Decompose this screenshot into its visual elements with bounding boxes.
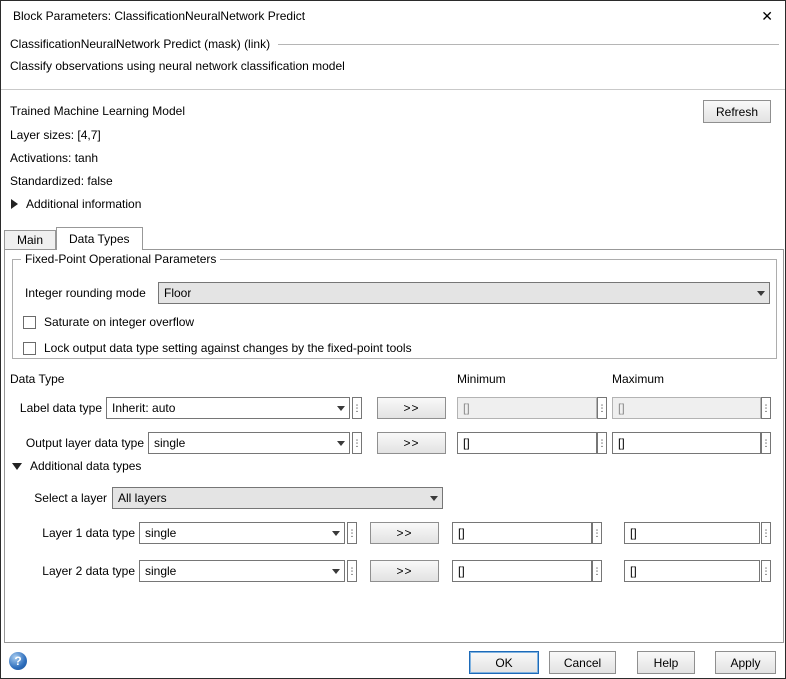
ok-button[interactable]: OK (469, 651, 539, 674)
layer-2-maximum-field[interactable]: [] (624, 560, 760, 582)
chevron-down-icon (425, 488, 442, 508)
label-data-type-combo[interactable]: Inherit: auto (106, 397, 350, 419)
output-layer-minimum-field[interactable]: [] (457, 432, 597, 454)
label-data-type-menu-button[interactable]: ⋮ (352, 397, 362, 419)
layer-2-data-type-combo[interactable]: single (139, 560, 345, 582)
label-data-type-assistant-button[interactable]: >> (377, 397, 446, 419)
label-minimum-menu-button[interactable]: ⋮ (597, 397, 607, 419)
saturate-row: Saturate on integer overflow (23, 315, 194, 329)
model-section-title: Trained Machine Learning Model (10, 104, 185, 118)
layer-1-assistant-button[interactable]: >> (370, 522, 439, 544)
tab-main[interactable]: Main (4, 230, 56, 249)
layer-1-data-type-combo[interactable]: single (139, 522, 345, 544)
section-divider (1, 89, 785, 90)
layer-2-menu-button[interactable]: ⋮ (347, 560, 357, 582)
tab-data-types[interactable]: Data Types (56, 227, 142, 250)
saturate-checkbox[interactable] (23, 316, 36, 329)
select-layer-combo[interactable]: All layers (112, 487, 443, 509)
standardized-text: Standardized: false (10, 174, 113, 188)
layer-1-data-type-row: Layer 1 data type single ⋮ >> [] ⋮ [] ⋮ (5, 522, 783, 544)
cancel-button[interactable]: Cancel (549, 651, 616, 674)
layer-1-data-type-value: single (145, 526, 176, 540)
saturate-label: Saturate on integer overflow (44, 315, 194, 329)
lock-output-checkbox[interactable] (23, 342, 36, 355)
chevron-down-icon (327, 523, 344, 543)
label-data-type-label: Label data type (5, 401, 102, 415)
additional-information-toggle[interactable]: Additional information (11, 197, 141, 211)
fixed-point-group-title: Fixed-Point Operational Parameters (21, 252, 220, 266)
minimum-column-header: Minimum (457, 372, 506, 386)
collapsed-arrow-icon (11, 199, 18, 209)
help-globe-icon[interactable]: ? (9, 652, 27, 670)
layer-2-maximum-menu-button[interactable]: ⋮ (761, 560, 771, 582)
lock-output-row: Lock output data type setting against ch… (23, 341, 412, 355)
label-maximum-field: [] (612, 397, 761, 419)
window-title: Block Parameters: ClassificationNeuralNe… (13, 9, 305, 23)
chevron-down-icon (332, 433, 349, 453)
help-button[interactable]: Help (637, 651, 695, 674)
maximum-column-header: Maximum (612, 372, 664, 386)
label-data-type-value: Inherit: auto (112, 401, 175, 415)
chevron-down-icon (752, 283, 769, 303)
output-layer-data-type-row: Output layer data type single ⋮ >> [] ⋮ … (5, 432, 783, 454)
lock-output-label: Lock output data type setting against ch… (44, 341, 412, 355)
output-layer-data-type-label: Output layer data type (5, 436, 144, 450)
block-parameters-dialog: Block Parameters: ClassificationNeuralNe… (0, 0, 786, 679)
output-layer-minimum-menu-button[interactable]: ⋮ (597, 432, 607, 454)
select-layer-row: Select a layer All layers (5, 487, 783, 509)
additional-information-label: Additional information (26, 197, 141, 211)
layer-1-minimum-menu-button[interactable]: ⋮ (592, 522, 602, 544)
output-layer-data-type-value: single (154, 436, 185, 450)
layer-1-data-type-label: Layer 1 data type (5, 526, 135, 540)
integer-rounding-mode-label: Integer rounding mode (25, 286, 146, 300)
layer-2-assistant-button[interactable]: >> (370, 560, 439, 582)
layer-1-maximum-menu-button[interactable]: ⋮ (761, 522, 771, 544)
output-layer-maximum-menu-button[interactable]: ⋮ (761, 432, 771, 454)
mask-title-rule (278, 44, 779, 45)
label-minimum-field: [] (457, 397, 597, 419)
layer-2-minimum-field[interactable]: [] (452, 560, 592, 582)
label-maximum-menu-button[interactable]: ⋮ (761, 397, 771, 419)
layer-2-data-type-label: Layer 2 data type (5, 564, 135, 578)
tab-main-label: Main (17, 233, 43, 247)
layer-sizes-text: Layer sizes: [4,7] (10, 128, 101, 142)
title-bar: Block Parameters: ClassificationNeuralNe… (1, 1, 785, 31)
data-types-tab-panel: Fixed-Point Operational Parameters Integ… (4, 249, 784, 643)
data-type-column-header: Data Type (10, 372, 64, 386)
layer-1-maximum-field[interactable]: [] (624, 522, 760, 544)
additional-data-types-toggle[interactable]: Additional data types (12, 459, 141, 473)
output-layer-data-type-combo[interactable]: single (148, 432, 350, 454)
integer-rounding-mode-combo[interactable]: Floor (158, 282, 770, 304)
additional-data-types-label: Additional data types (30, 459, 141, 473)
label-data-type-row: Label data type Inherit: auto ⋮ >> [] ⋮ … (5, 397, 783, 419)
activations-text: Activations: tanh (10, 151, 98, 165)
chevron-down-icon (332, 398, 349, 418)
layer-1-minimum-field[interactable]: [] (452, 522, 592, 544)
layer-1-menu-button[interactable]: ⋮ (347, 522, 357, 544)
layer-2-data-type-value: single (145, 564, 176, 578)
chevron-down-icon (327, 561, 344, 581)
refresh-button[interactable]: Refresh (703, 100, 771, 123)
mask-header: ClassificationNeuralNetwork Predict (mas… (10, 37, 779, 51)
close-icon[interactable]: ✕ (761, 8, 773, 25)
integer-rounding-mode-value: Floor (164, 286, 191, 300)
mask-title: ClassificationNeuralNetwork Predict (mas… (10, 37, 270, 51)
tab-data-types-label: Data Types (69, 232, 129, 246)
output-layer-assistant-button[interactable]: >> (377, 432, 446, 454)
expanded-arrow-icon (12, 463, 22, 470)
output-layer-maximum-field[interactable]: [] (612, 432, 761, 454)
tab-strip: Main Data Types (4, 227, 143, 250)
fixed-point-groupbox: Fixed-Point Operational Parameters Integ… (12, 259, 777, 359)
select-layer-label: Select a layer (5, 491, 107, 505)
apply-button[interactable]: Apply (715, 651, 776, 674)
select-layer-value: All layers (118, 491, 167, 505)
layer-2-minimum-menu-button[interactable]: ⋮ (592, 560, 602, 582)
block-description: Classify observations using neural netwo… (10, 59, 345, 73)
output-layer-menu-button[interactable]: ⋮ (352, 432, 362, 454)
layer-2-data-type-row: Layer 2 data type single ⋮ >> [] ⋮ [] ⋮ (5, 560, 783, 582)
